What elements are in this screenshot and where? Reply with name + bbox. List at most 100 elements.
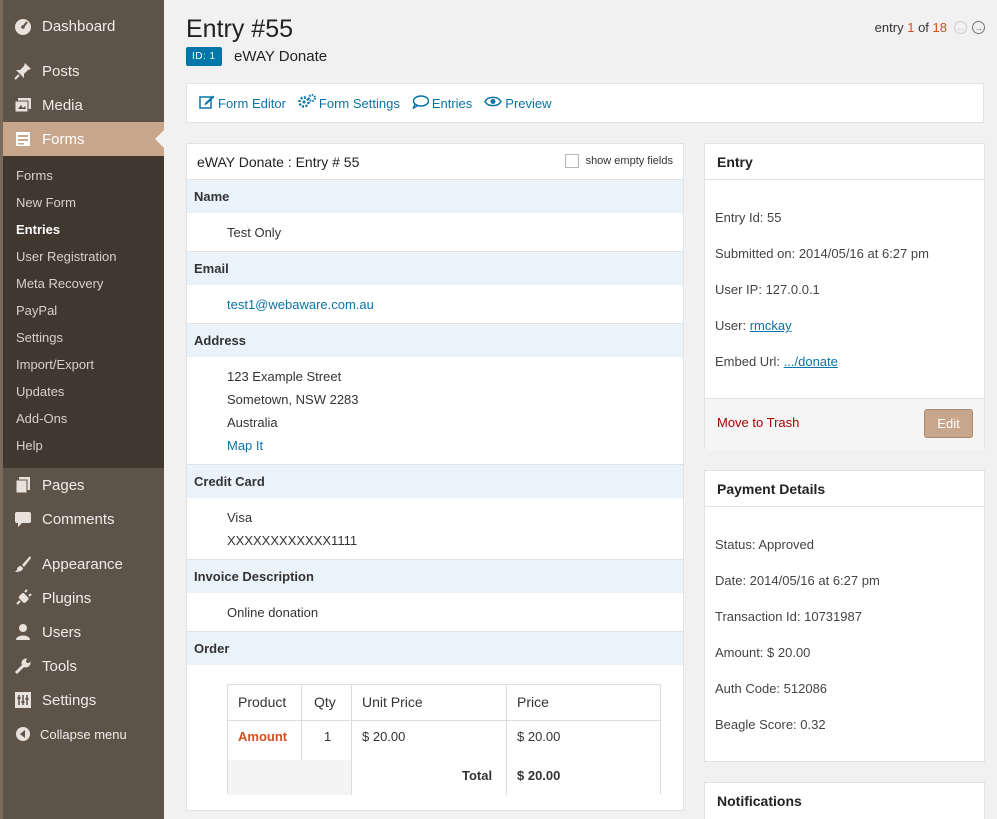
- wrench-icon: [13, 656, 33, 676]
- pager-of: of: [918, 20, 929, 35]
- menu-label: Settings: [42, 691, 97, 709]
- comment-icon: [13, 509, 33, 529]
- submenu-help[interactable]: Help: [16, 438, 43, 453]
- admin-sidebar: Dashboard Posts Media Forms Forms New Fo…: [0, 0, 164, 819]
- address-line-1: 123 Example Street: [227, 369, 342, 384]
- order-total-value: $ 20.00: [517, 768, 561, 783]
- menu-label: Tools: [42, 657, 78, 675]
- menu-label: Pages: [42, 476, 85, 494]
- address-line-2: Sometown, NSW 2283: [227, 392, 359, 407]
- plug-icon: [13, 588, 33, 608]
- submenu-forms[interactable]: Forms: [16, 168, 53, 183]
- order-header-qty: Qty: [314, 694, 336, 710]
- menu-posts[interactable]: Posts: [3, 54, 164, 88]
- form-toolbar: Form Editor Form Settings Entries Previe…: [186, 83, 984, 123]
- field-value-invoice: Online donation: [227, 605, 319, 620]
- submenu-user-registration[interactable]: User Registration: [16, 249, 116, 264]
- show-empty-label: show empty fields: [585, 155, 673, 167]
- submenu-updates[interactable]: Updates: [16, 384, 64, 399]
- forms-submenu: Forms New Form Entries User Registration…: [3, 156, 164, 468]
- move-to-trash-link[interactable]: Move to Trash: [717, 415, 799, 430]
- preview-link[interactable]: Preview: [484, 95, 552, 111]
- menu-label: Appearance: [42, 555, 123, 573]
- menu-forms[interactable]: Forms: [3, 122, 164, 156]
- main-content: Entry #55 ID: 1 eWAY Donate entry 1 of 1…: [164, 0, 997, 819]
- submenu-entries[interactable]: Entries: [16, 222, 60, 237]
- menu-label: Collapse menu: [40, 726, 127, 742]
- user-icon: [13, 622, 33, 642]
- edit-button[interactable]: Edit: [924, 409, 973, 438]
- submenu-import-export[interactable]: Import/Export: [16, 357, 94, 372]
- pager-total: 18: [932, 20, 947, 35]
- menu-dashboard[interactable]: Dashboard: [3, 9, 164, 43]
- user-label: User:: [715, 318, 747, 333]
- menu-label: Media: [42, 96, 83, 114]
- brush-icon: [13, 554, 33, 574]
- order-product: Amount: [238, 729, 288, 744]
- form-editor-link[interactable]: Form Editor: [199, 95, 286, 112]
- order-qty: 1: [324, 729, 332, 744]
- beagle-score: Beagle Score: 0.32: [715, 717, 826, 732]
- menu-pages[interactable]: Pages: [3, 468, 164, 502]
- pages-icon: [13, 475, 33, 495]
- submenu-add-ons[interactable]: Add-Ons: [16, 411, 67, 426]
- menu-tools[interactable]: Tools: [3, 649, 164, 683]
- menu-label: Plugins: [42, 589, 92, 607]
- order-col-divider: [506, 685, 507, 795]
- form-id-badge: ID: 1: [186, 47, 222, 66]
- transaction-id: Transaction Id: 10731987: [715, 609, 862, 624]
- field-label-email: Email: [187, 252, 683, 285]
- dashboard-icon: [13, 16, 33, 36]
- order-col-divider: [351, 685, 352, 795]
- entry-detail-panel: eWAY Donate : Entry # 55 show empty fiel…: [186, 143, 684, 811]
- collapse-icon: [13, 724, 33, 744]
- detail-header: eWAY Donate : Entry # 55 show empty fiel…: [187, 144, 683, 180]
- field-label-order: Order: [187, 632, 683, 665]
- form-settings-link[interactable]: Form Settings: [298, 94, 400, 112]
- gears-icon: [298, 94, 319, 112]
- menu-label: Comments: [42, 510, 115, 528]
- entry-box-title: Entry: [705, 144, 984, 180]
- order-header-product: Product: [238, 694, 287, 710]
- embed-link[interactable]: .../donate: [784, 354, 838, 369]
- order-header-price: Price: [517, 694, 549, 710]
- entry-id: Entry Id: 55: [715, 210, 782, 225]
- collapse-menu[interactable]: Collapse menu: [3, 717, 164, 751]
- menu-users[interactable]: Users: [3, 615, 164, 649]
- forms-icon: [13, 129, 33, 149]
- preview-label: Preview: [505, 95, 552, 111]
- menu-comments[interactable]: Comments: [3, 502, 164, 536]
- media-icon: [13, 95, 33, 115]
- payment-details-box: Payment Details Status: Approved Date: 2…: [704, 470, 985, 762]
- order-header-unit-price: Unit Price: [362, 694, 423, 710]
- menu-plugins[interactable]: Plugins: [3, 581, 164, 615]
- user-link[interactable]: rmckay: [750, 318, 792, 333]
- field-value-email[interactable]: test1@webaware.com.au: [227, 297, 374, 312]
- submenu-meta-recovery[interactable]: Meta Recovery: [16, 276, 103, 291]
- menu-label: Forms: [42, 130, 85, 148]
- address-line-3: Australia: [227, 415, 278, 430]
- map-it-link[interactable]: Map It: [227, 438, 263, 453]
- user-ip: User IP: 127.0.0.1: [715, 282, 820, 297]
- embed-url: Embed Url: .../donate: [715, 354, 838, 369]
- speech-bubble-icon: [411, 94, 432, 112]
- submenu-new-form[interactable]: New Form: [16, 195, 76, 210]
- show-empty-fields-toggle[interactable]: show empty fields: [564, 154, 673, 168]
- entry-user: User: rmckay: [715, 318, 792, 333]
- payment-box-title: Payment Details: [705, 471, 984, 507]
- order-total-shade: [228, 760, 351, 795]
- entries-link[interactable]: Entries: [411, 94, 472, 112]
- previous-entry-icon[interactable]: ←: [954, 21, 967, 34]
- show-empty-checkbox[interactable]: [564, 154, 579, 168]
- payment-amount: Amount: $ 20.00: [715, 645, 811, 660]
- submenu-paypal[interactable]: PayPal: [16, 303, 57, 318]
- next-entry-icon[interactable]: →: [972, 21, 985, 34]
- entry-box-actions: Move to Trash Edit: [705, 398, 984, 450]
- credit-card-type: Visa: [227, 510, 253, 525]
- menu-media[interactable]: Media: [3, 88, 164, 122]
- menu-settings[interactable]: Settings: [3, 683, 164, 717]
- field-label-credit-card: Credit Card: [187, 465, 683, 498]
- menu-appearance[interactable]: Appearance: [3, 547, 164, 581]
- form-name: eWAY Donate: [234, 48, 328, 65]
- submenu-settings[interactable]: Settings: [16, 330, 63, 345]
